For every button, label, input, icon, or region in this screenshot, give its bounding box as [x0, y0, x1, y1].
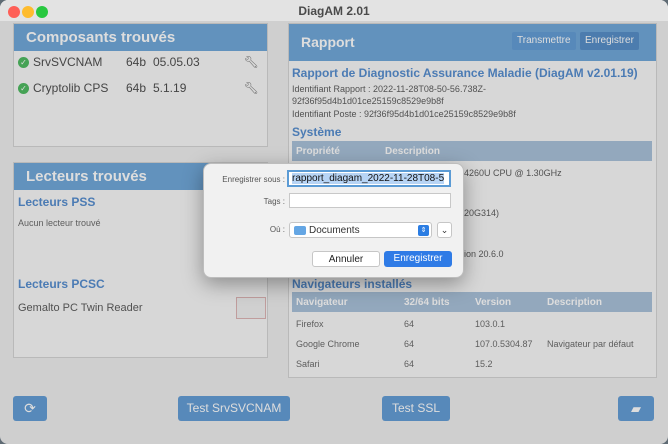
window-title: DiagAM 2.01 — [298, 4, 370, 18]
folder-icon — [294, 226, 306, 235]
save-button[interactable]: Enregistrer — [384, 251, 452, 267]
tags-label: Tags : — [263, 197, 285, 206]
expand-dialog-button[interactable]: ⌄ — [437, 222, 452, 238]
filename-text: rapport_diagam_2022-11-28T08-5 — [292, 173, 445, 184]
location-value: Documents — [309, 225, 360, 236]
chevron-down-icon: ⌄ — [440, 225, 449, 235]
app-window: DiagAM 2.01 Composants trouvés ✓ SrvSVCN… — [0, 0, 668, 444]
where-label: Où : — [269, 225, 285, 234]
location-select[interactable]: Documents ⇕ — [289, 222, 432, 238]
cancel-button[interactable]: Annuler — [312, 251, 380, 267]
tags-input[interactable] — [289, 193, 451, 208]
filename-input[interactable]: rapport_diagam_2022-11-28T08-5 — [287, 170, 451, 187]
chevron-updown-icon: ⇕ — [418, 225, 429, 236]
title-bar: DiagAM 2.01 — [0, 0, 668, 22]
save-as-label: Enregistrer sous : — [222, 175, 285, 184]
save-dialog: Enregistrer sous : rapport_diagam_2022-1… — [203, 163, 464, 278]
